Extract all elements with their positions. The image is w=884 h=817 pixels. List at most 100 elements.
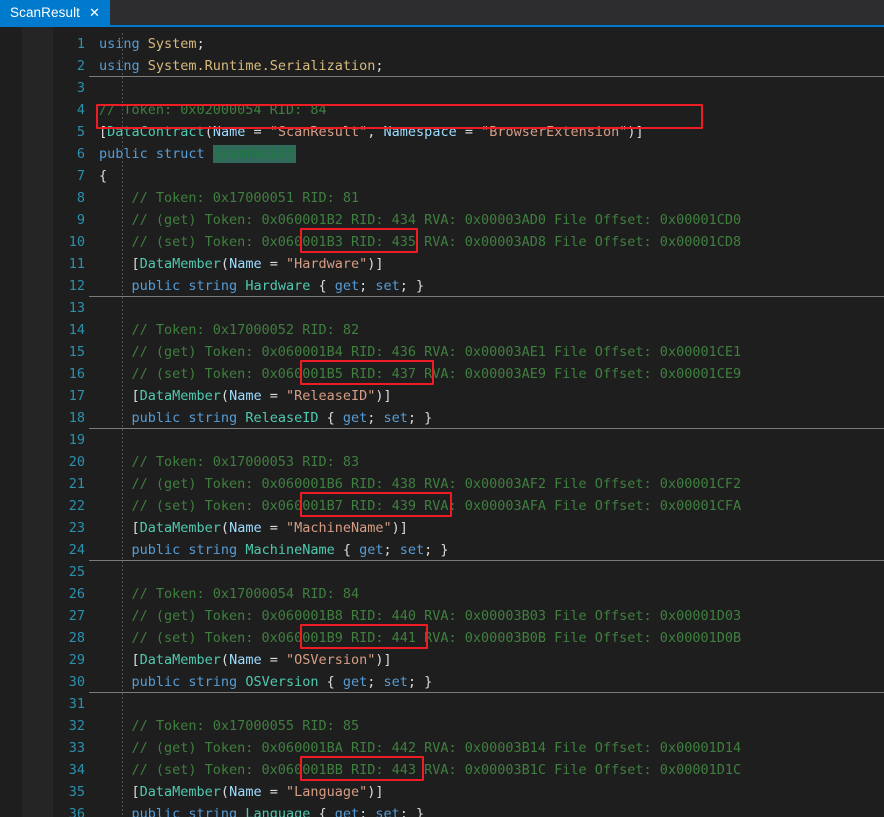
line-number: 30 xyxy=(68,674,85,690)
code-token: public xyxy=(131,410,189,426)
code-line[interactable]: // (get) Token: 0x060001B6 RID: 438 RVA:… xyxy=(99,473,884,495)
code-line[interactable]: // (set) Token: 0x060001B7 RID: 439 RVA:… xyxy=(99,495,884,517)
code-line[interactable]: // Token: 0x17000055 RID: 85 xyxy=(99,715,884,737)
line-number: 29 xyxy=(68,652,85,668)
code-token: [ xyxy=(99,388,140,404)
line-number: 3 xyxy=(76,80,85,96)
tab-scanresult[interactable]: ScanResult ✕ xyxy=(0,0,110,25)
code-token: DataMember xyxy=(139,388,221,404)
code-token: ( xyxy=(220,256,230,272)
code-line[interactable]: public string OSVersion { get; set; } xyxy=(99,671,884,693)
code-token: // (set) Token: 0x060001B9 RID: 441 RVA:… xyxy=(99,630,742,646)
code-line[interactable]: public struct ScanResult xyxy=(99,143,884,165)
code-token: public xyxy=(131,542,189,558)
code-text-area[interactable]: using System; using System.Runtime.Serial… xyxy=(89,33,884,817)
code-token: "ReleaseID" xyxy=(285,388,376,404)
code-token: get xyxy=(359,542,384,558)
code-token: set xyxy=(383,410,408,426)
line-number: 6 xyxy=(76,146,85,162)
code-token: // (set) Token: 0x060001B7 RID: 439 RVA:… xyxy=(99,498,742,514)
code-token: // (get) Token: 0x060001B4 RID: 436 RVA:… xyxy=(99,344,742,360)
code-token: DataMember xyxy=(139,784,221,800)
code-line[interactable]: // (set) Token: 0x060001B9 RID: 441 RVA:… xyxy=(99,627,884,649)
code-token: struct xyxy=(155,146,213,162)
code-line[interactable]: public string MachineName { get; set; } xyxy=(99,539,884,561)
code-token: System xyxy=(147,36,197,52)
code-token: Name xyxy=(229,784,262,800)
line-number: 26 xyxy=(68,586,85,602)
code-token: get xyxy=(342,674,368,690)
code-line[interactable]: [DataMember(Name = "ReleaseID")] xyxy=(99,385,884,407)
line-number: 11 xyxy=(68,256,85,272)
code-token: Name xyxy=(212,124,246,140)
code-line[interactable]: [DataContract(Name = "ScanResult", Names… xyxy=(99,121,884,143)
code-token: Name xyxy=(229,256,262,272)
code-token: = xyxy=(261,652,286,668)
line-number: 5 xyxy=(76,124,85,140)
code-line[interactable]: // (get) Token: 0x060001B2 RID: 434 RVA:… xyxy=(99,209,884,231)
code-token: public xyxy=(131,806,189,817)
selection-margin[interactable] xyxy=(22,27,53,817)
code-token: = xyxy=(261,784,286,800)
code-token: set xyxy=(399,542,425,558)
line-number: 14 xyxy=(68,322,85,338)
code-line[interactable]: [DataMember(Name = "MachineName")] xyxy=(99,517,884,539)
code-viewer-window: ScanResult ✕ 1 2 3 4 5 6 7 8 9 10 11 12 13 14 15 16 17 18… xyxy=(0,0,884,817)
code-line[interactable] xyxy=(99,297,884,319)
code-token: Name xyxy=(229,652,262,668)
code-line[interactable] xyxy=(99,77,884,99)
code-token: "ScanResult" xyxy=(269,124,368,140)
code-token: string xyxy=(188,278,246,294)
code-token: [ xyxy=(99,652,140,668)
code-token: Name xyxy=(229,388,262,404)
code-token: [ xyxy=(99,784,140,800)
code-line[interactable]: [DataMember(Name = "Hardware")] xyxy=(99,253,884,275)
code-line[interactable]: // (get) Token: 0x060001B4 RID: 436 RVA:… xyxy=(99,341,884,363)
code-line[interactable]: // Token: 0x17000054 RID: 84 xyxy=(99,583,884,605)
code-token: )] xyxy=(367,256,384,272)
code-token: // (get) Token: 0x060001B6 RID: 438 RVA:… xyxy=(99,476,742,492)
code-line[interactable]: using System; xyxy=(99,33,884,55)
line-number: 16 xyxy=(68,366,85,382)
indicator-margin[interactable] xyxy=(0,27,22,817)
code-line[interactable]: // Token: 0x17000051 RID: 81 xyxy=(99,187,884,209)
code-token: ; xyxy=(359,278,376,294)
code-line[interactable]: // (set) Token: 0x060001B3 RID: 435 RVA:… xyxy=(99,231,884,253)
code-line[interactable]: [DataMember(Name = "Language")] xyxy=(99,781,884,803)
code-token: DataContract xyxy=(107,124,205,140)
code-token: { xyxy=(334,542,360,558)
code-line[interactable]: public string Language { get; set; } xyxy=(99,803,884,817)
code-token: public xyxy=(131,278,189,294)
line-number: 9 xyxy=(76,212,85,228)
code-token: ReleaseID xyxy=(245,410,319,426)
line-number: 24 xyxy=(68,542,85,558)
code-token: ( xyxy=(220,520,230,536)
code-line[interactable] xyxy=(99,429,884,451)
close-icon[interactable]: ✕ xyxy=(87,6,102,19)
code-token: string xyxy=(188,542,246,558)
code-line[interactable]: { xyxy=(99,165,884,187)
line-number: 27 xyxy=(68,608,85,624)
code-line[interactable]: // Token: 0x17000053 RID: 83 xyxy=(99,451,884,473)
code-line[interactable]: // (get) Token: 0x060001BA RID: 442 RVA:… xyxy=(99,737,884,759)
editor-tab-strip: ScanResult ✕ xyxy=(0,0,884,27)
code-line[interactable]: // (get) Token: 0x060001B8 RID: 440 RVA:… xyxy=(99,605,884,627)
code-line[interactable]: // Token: 0x17000052 RID: 82 xyxy=(99,319,884,341)
code-line[interactable] xyxy=(99,693,884,715)
code-token: // (get) Token: 0x060001B8 RID: 440 RVA:… xyxy=(99,608,742,624)
line-number: 34 xyxy=(68,762,85,778)
code-line[interactable]: public string ReleaseID { get; set; } xyxy=(99,407,884,429)
highlighted-identifier: ScanResult xyxy=(212,145,297,163)
code-line[interactable]: // (set) Token: 0x060001B5 RID: 437 RVA:… xyxy=(99,363,884,385)
code-line[interactable]: using System.Runtime.Serialization; xyxy=(99,55,884,77)
code-surface[interactable]: using System; using System.Runtime.Serial… xyxy=(89,27,884,817)
code-token: )] xyxy=(627,124,644,140)
code-token: // Token: 0x17000055 RID: 85 xyxy=(99,718,360,734)
code-token: get xyxy=(342,410,368,426)
code-line[interactable]: public string Hardware { get; set; } xyxy=(99,275,884,297)
code-token: "Language" xyxy=(285,784,368,800)
code-line[interactable]: // (set) Token: 0x060001BB RID: 443 RVA:… xyxy=(99,759,884,781)
code-line[interactable]: // Token: 0x02000054 RID: 84 xyxy=(99,99,884,121)
code-line[interactable]: [DataMember(Name = "OSVersion")] xyxy=(99,649,884,671)
code-line[interactable] xyxy=(99,561,884,583)
